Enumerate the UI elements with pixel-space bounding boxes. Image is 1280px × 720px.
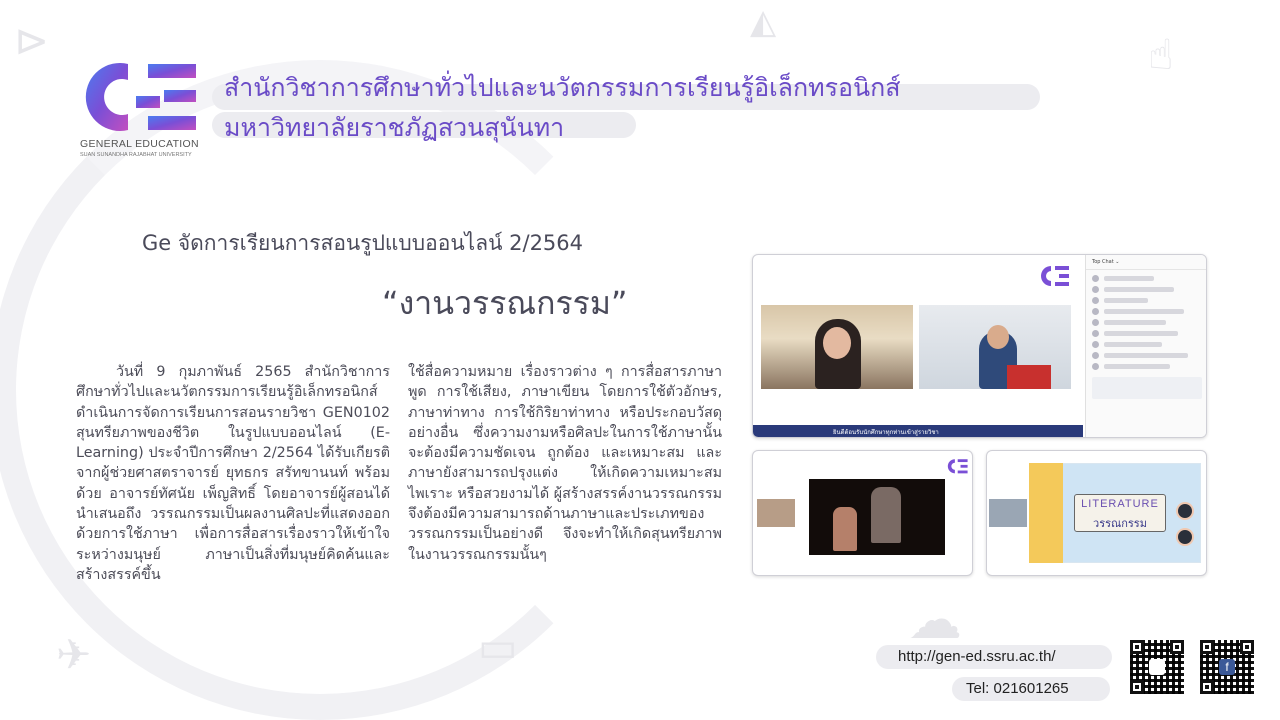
news-ticker: ยินดีต้อนรับนักศึกษาทุกท่านเข้าสู่รายวิช… xyxy=(753,425,1083,437)
article-paragraph-1: วันที่ 9 กุมภาพันธ์ 2565 สำนักวิชาการศึก… xyxy=(76,364,390,583)
poster-title: LITERATURE xyxy=(1081,498,1159,510)
rocket-icon: ✈ xyxy=(56,630,92,679)
facebook-qr-code: f xyxy=(1200,640,1254,694)
telephone-number: Tel: 021601265 xyxy=(952,677,1110,701)
org-title-line1: สำนักวิชาการศึกษาทั่วไปและนวัตกรรมการเรี… xyxy=(224,73,901,102)
event-name: “งานวรรณกรรม” xyxy=(382,284,628,322)
class-meeting-photo: ยินดีต้อนรับนักศึกษาทุกท่านเข้าสู่รายวิช… xyxy=(752,254,1207,438)
org-title-line2: มหาวิทยาลัยราชภัฏสวนสุนันทา xyxy=(224,113,565,142)
ge-logo: GENERAL EDUCATION SUAN SUNANDHA RAJABHAT… xyxy=(76,56,200,166)
webcam-thumbnail-2 xyxy=(989,499,1027,527)
logo-subtext: SUAN SUNANDHA RAJABHAT UNIVERSITY xyxy=(80,152,192,158)
poster-subtitle: วรรณกรรม xyxy=(1093,517,1147,530)
literature-slide-photo: LITERATURE วรรณกรรม xyxy=(986,450,1207,576)
mini-ge-logo xyxy=(1041,266,1069,286)
article-paragraph-2: ใช้สื่อความหมาย เรื่องราวต่าง ๆ การสื่อส… xyxy=(408,364,723,563)
video-tile-instructor-2 xyxy=(919,305,1071,389)
mini-ge-logo-2 xyxy=(947,459,968,474)
article-subtitle: Ge จัดการเรียนการสอนรูปแบบออนไลน์ 2/2564 xyxy=(142,231,584,255)
speaker-avatar-2 xyxy=(1176,528,1194,546)
literature-poster: LITERATURE วรรณกรรม xyxy=(1029,463,1201,563)
chat-bubble-icon: ▭ xyxy=(478,622,518,671)
chat-header: Top Chat ⌄ xyxy=(1086,255,1206,270)
touch-icon: ☝ xyxy=(1148,30,1174,79)
live-chat-panel: Top Chat ⌄ xyxy=(1085,255,1206,437)
logo-text: GENERAL EDUCATION xyxy=(80,138,199,150)
stage-video xyxy=(809,479,945,555)
facebook-icon: f xyxy=(1219,659,1235,675)
speaker-avatar-1 xyxy=(1176,502,1194,520)
website-url[interactable]: http://gen-ed.ssru.ac.th/ xyxy=(876,645,1112,669)
graduation-cap-icon: ◭ xyxy=(750,2,777,42)
webcam-thumbnail xyxy=(757,499,795,527)
video-tile-instructor-1 xyxy=(761,305,913,389)
performance-photo xyxy=(752,450,973,576)
play-icon: ⊳ xyxy=(14,16,50,65)
website-qr-code xyxy=(1130,640,1184,694)
idea-brain-icon: ☁ xyxy=(908,588,962,651)
